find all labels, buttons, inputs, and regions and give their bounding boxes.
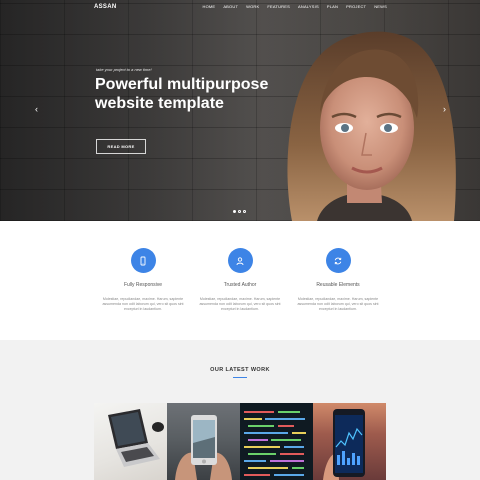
laptop-photo bbox=[108, 409, 164, 467]
menu-item-news[interactable]: NEWS bbox=[374, 4, 387, 9]
hero-headline: Powerful multipurpose website template bbox=[95, 76, 269, 112]
latest-work-section: OUR LATEST WORK bbox=[0, 340, 480, 480]
feature-title: Trusted Author bbox=[223, 282, 257, 288]
portfolio-grid bbox=[94, 403, 386, 480]
hero-kicker: take your project to a new time! bbox=[96, 67, 152, 72]
menu-item-home[interactable]: HOME bbox=[203, 4, 216, 9]
title-underline bbox=[233, 377, 247, 378]
slider-dot-3[interactable] bbox=[243, 210, 246, 213]
feature-title: Fully Responsive bbox=[123, 282, 163, 288]
feature-responsive: Fully Responsive Molestiae, repudiandae,… bbox=[93, 248, 193, 313]
menu-item-features[interactable]: FEATURES bbox=[267, 4, 290, 9]
feature-reusable-elements: Reusable Elements Molestiae, repudiandae… bbox=[288, 248, 388, 313]
portfolio-tile-phone-camera[interactable] bbox=[167, 403, 240, 480]
menu-item-project[interactable]: PROJECT bbox=[346, 4, 366, 9]
phone-chart-photo bbox=[323, 409, 365, 480]
phone-camera-photo bbox=[175, 415, 232, 480]
user-icon bbox=[227, 248, 253, 273]
feature-text: Molestiae, repudiandae, maxime. Harum, s… bbox=[297, 297, 379, 312]
section-title: OUR LATEST WORK bbox=[210, 367, 270, 373]
portfolio-tile-phone-chart[interactable] bbox=[313, 403, 386, 480]
mobile-phone-icon bbox=[130, 248, 156, 273]
feature-text: Molestiae, repudiandae, maxime. Harum, s… bbox=[102, 297, 184, 312]
site-logo[interactable]: ASSAN bbox=[94, 4, 117, 10]
chevron-right-icon[interactable]: › bbox=[443, 105, 446, 114]
slider-dot-2[interactable] bbox=[238, 210, 241, 213]
menu-item-work[interactable]: WORK bbox=[246, 4, 259, 9]
menu-item-analysis[interactable]: ANALYSIS bbox=[298, 4, 319, 9]
code-screen-photo bbox=[244, 411, 306, 476]
features-section: Fully Responsive Molestiae, repudiandae,… bbox=[0, 221, 480, 340]
portfolio-tile-code[interactable] bbox=[240, 403, 313, 480]
refresh-icon bbox=[325, 248, 351, 273]
slider-dot-1[interactable] bbox=[233, 210, 236, 213]
slider-dots bbox=[233, 210, 246, 213]
chevron-left-icon[interactable]: ‹ bbox=[35, 105, 38, 114]
feature-text: Molestiae, repudiandae, maxime. Harum, s… bbox=[199, 297, 281, 312]
hero-portrait-image bbox=[287, 31, 456, 221]
menu-item-about[interactable]: ABOUT bbox=[223, 4, 238, 9]
feature-trusted-author: Trusted Author Molestiae, repudiandae, m… bbox=[190, 248, 290, 313]
menu-item-plan[interactable]: PLAN bbox=[327, 4, 338, 9]
top-navbar: ASSAN HOME ABOUT WORK FEATURES ANALYSIS … bbox=[0, 0, 480, 14]
read-more-button[interactable]: READ MORE bbox=[96, 139, 146, 154]
portfolio-tile-laptop[interactable] bbox=[94, 403, 167, 480]
hero-slider: ASSAN HOME ABOUT WORK FEATURES ANALYSIS … bbox=[0, 0, 480, 221]
main-menu: HOME ABOUT WORK FEATURES ANALYSIS PLAN P… bbox=[203, 4, 388, 9]
feature-title: Reusable Elements bbox=[316, 282, 360, 288]
